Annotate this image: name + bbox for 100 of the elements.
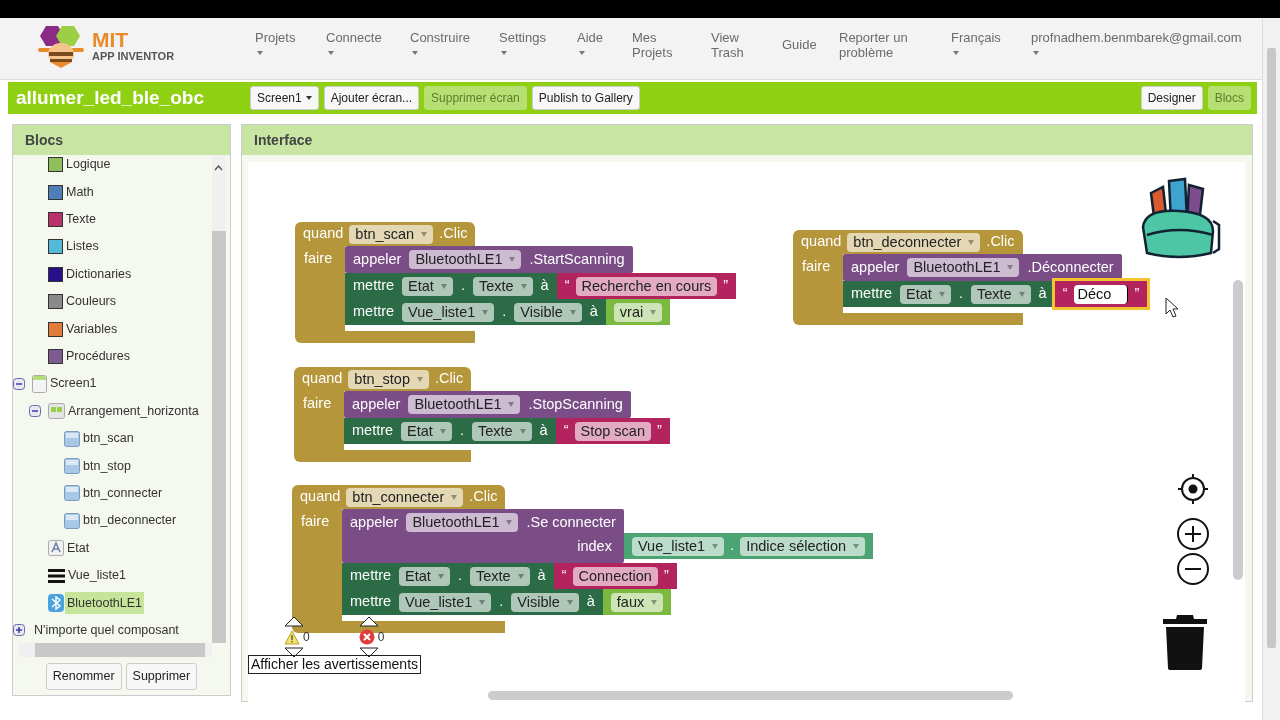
component-dropdown[interactable]: BluetoothLE1 bbox=[408, 395, 521, 414]
component-dropdown[interactable]: btn_stop bbox=[348, 369, 429, 389]
call-block[interactable]: appeler BluetoothLE1 .StartScanning bbox=[345, 246, 633, 273]
component-dropdown[interactable]: BluetoothLE1 bbox=[907, 258, 1020, 277]
scrollbar[interactable] bbox=[1233, 280, 1243, 580]
component-dropdown[interactable]: btn_scan bbox=[349, 224, 434, 244]
tree-item[interactable]: Dictionaries bbox=[64, 262, 134, 286]
menu-item[interactable]: Connecte bbox=[326, 18, 410, 55]
logic-dropdown[interactable]: faux bbox=[610, 592, 664, 612]
menu-item[interactable]: Français bbox=[951, 18, 1031, 55]
component-dropdown[interactable]: Vue_liste1 bbox=[631, 536, 725, 556]
tree-item[interactable]: btn_deconnecter bbox=[81, 509, 179, 533]
set-block[interactable]: mettre Etat . Texte à bbox=[843, 281, 1055, 307]
tree-item[interactable]: Variables bbox=[64, 317, 120, 341]
text-block[interactable]: “ Recherche en cours ” bbox=[556, 273, 737, 299]
component-dropdown[interactable]: Vue_liste1 bbox=[402, 302, 495, 322]
toolbar-button[interactable]: Publish to Gallery bbox=[531, 86, 640, 110]
property-dropdown[interactable]: Texte bbox=[471, 421, 532, 441]
set-block[interactable]: mettre Vue_liste1 . Visible à bbox=[345, 299, 606, 325]
component-dropdown[interactable]: Etat bbox=[900, 284, 951, 304]
menu-item[interactable]: profnadhem.benmbarek@gmail.com bbox=[1031, 18, 1261, 55]
tree-item[interactable]: Listes bbox=[64, 235, 101, 259]
text-field[interactable]: Connection bbox=[572, 566, 658, 586]
scrollbar[interactable] bbox=[488, 691, 1013, 700]
tree-item[interactable]: Vue_liste1 bbox=[66, 564, 128, 587]
set-block[interactable]: mettre Etat . Texte à bbox=[342, 563, 554, 589]
caret-icon[interactable] bbox=[328, 51, 334, 55]
logic-block[interactable]: vrai bbox=[605, 299, 671, 325]
menu-item[interactable]: Construire bbox=[410, 18, 499, 55]
zoom-out-icon[interactable] bbox=[1176, 552, 1210, 586]
panel-button[interactable]: Renommer bbox=[45, 663, 122, 690]
zoom-in-icon[interactable] bbox=[1176, 517, 1210, 551]
tree-item[interactable]: btn_scan bbox=[81, 427, 136, 450]
menu-item[interactable]: Settings bbox=[499, 18, 577, 55]
recenter-icon[interactable] bbox=[1177, 473, 1209, 505]
tree-item[interactable]: N'importe quel composant bbox=[32, 618, 181, 642]
text-field[interactable]: Stop scan bbox=[574, 421, 651, 441]
collapse-icon[interactable] bbox=[13, 377, 25, 390]
property-dropdown[interactable]: Visible bbox=[514, 302, 582, 322]
toggle-warnings-button[interactable]: Afficher les avertissements bbox=[248, 655, 422, 674]
arrow-up-icon[interactable] bbox=[358, 616, 379, 627]
set-block[interactable]: mettre Etat . Texte à bbox=[345, 273, 557, 299]
component-dropdown[interactable]: BluetoothLE1 bbox=[409, 250, 522, 269]
arrow-down-icon[interactable] bbox=[358, 647, 379, 658]
scrollbar[interactable] bbox=[19, 643, 212, 657]
menu-item[interactable]: Mes Projets bbox=[632, 18, 711, 60]
text-block[interactable]: “ Déco ” bbox=[1054, 281, 1148, 307]
caret-icon[interactable] bbox=[579, 51, 585, 55]
menu-item[interactable]: Guide bbox=[782, 18, 839, 52]
property-dropdown[interactable]: Visible bbox=[511, 592, 579, 612]
arrow-down-icon[interactable] bbox=[284, 647, 304, 658]
set-block[interactable]: mettre Vue_liste1 . Visible à bbox=[342, 589, 603, 615]
tree-item[interactable]: Texte bbox=[64, 208, 98, 231]
component-dropdown[interactable]: btn_connecter bbox=[346, 487, 464, 507]
tree-item[interactable]: btn_connecter bbox=[81, 482, 165, 505]
arrow-up-icon[interactable] bbox=[284, 616, 304, 627]
view-tab[interactable]: Designer bbox=[1140, 86, 1203, 110]
menu-item[interactable]: Projets bbox=[255, 18, 326, 55]
tree-item[interactable]: Procédures bbox=[64, 345, 132, 368]
caret-icon[interactable] bbox=[501, 51, 507, 55]
component-dropdown[interactable]: btn_deconnecter bbox=[847, 232, 981, 252]
panel-button[interactable]: Supprimer bbox=[125, 663, 198, 690]
component-dropdown[interactable]: Etat bbox=[401, 421, 452, 441]
caret-icon[interactable] bbox=[257, 51, 263, 55]
component-dropdown[interactable]: Vue_liste1 bbox=[399, 592, 492, 612]
component-dropdown[interactable]: BluetoothLE1 bbox=[406, 513, 519, 532]
getter-block[interactable]: Vue_liste1 . Indice sélection bbox=[623, 533, 874, 559]
component-dropdown[interactable]: Etat bbox=[399, 566, 450, 586]
tree-item[interactable]: Arrangement_horizonta bbox=[66, 399, 201, 423]
tree-item[interactable]: Math bbox=[64, 180, 96, 204]
caret-icon[interactable] bbox=[1033, 51, 1039, 55]
tree-item[interactable]: Screen1 bbox=[48, 372, 99, 396]
text-block[interactable]: “ Stop scan ” bbox=[555, 418, 670, 444]
collapse-icon[interactable] bbox=[29, 405, 41, 418]
tree-item[interactable]: Couleurs bbox=[64, 290, 119, 313]
caret-icon[interactable] bbox=[953, 51, 959, 55]
logic-dropdown[interactable]: vrai bbox=[613, 302, 663, 322]
menu-item[interactable]: Aide bbox=[577, 18, 632, 55]
text-block[interactable]: “ Connection ” bbox=[553, 563, 677, 589]
tree-item[interactable]: btn_stop bbox=[81, 454, 133, 478]
scrollbar[interactable] bbox=[212, 155, 226, 643]
property-dropdown[interactable]: Texte bbox=[469, 566, 530, 586]
trash-icon[interactable] bbox=[1163, 614, 1207, 670]
component-dropdown[interactable]: Etat bbox=[402, 276, 453, 296]
call-block[interactable]: appeler BluetoothLE1 .Déconnecter bbox=[843, 254, 1122, 281]
tree-item[interactable]: Etat bbox=[65, 536, 92, 560]
set-block[interactable]: mettre Etat . Texte à bbox=[344, 418, 556, 444]
menu-item[interactable]: Reporter un problème bbox=[839, 18, 951, 60]
expand-icon[interactable] bbox=[13, 624, 25, 637]
tree-item[interactable]: BluetoothLE1 bbox=[65, 591, 145, 615]
caret-icon[interactable] bbox=[412, 51, 418, 55]
property-dropdown[interactable]: Texte bbox=[472, 276, 533, 296]
page-scrollbar[interactable] bbox=[1262, 18, 1280, 720]
text-input[interactable]: Déco bbox=[1073, 284, 1129, 304]
menu-item[interactable]: View Trash bbox=[711, 18, 782, 60]
call-block[interactable]: appeler BluetoothLE1 .StopScanning bbox=[344, 391, 631, 418]
text-field[interactable]: Recherche en cours bbox=[575, 276, 718, 296]
scroll-up-icon[interactable] bbox=[214, 165, 223, 171]
property-dropdown[interactable]: Texte bbox=[970, 284, 1031, 304]
toolbar-button[interactable]: Ajouter écran... bbox=[323, 86, 420, 110]
